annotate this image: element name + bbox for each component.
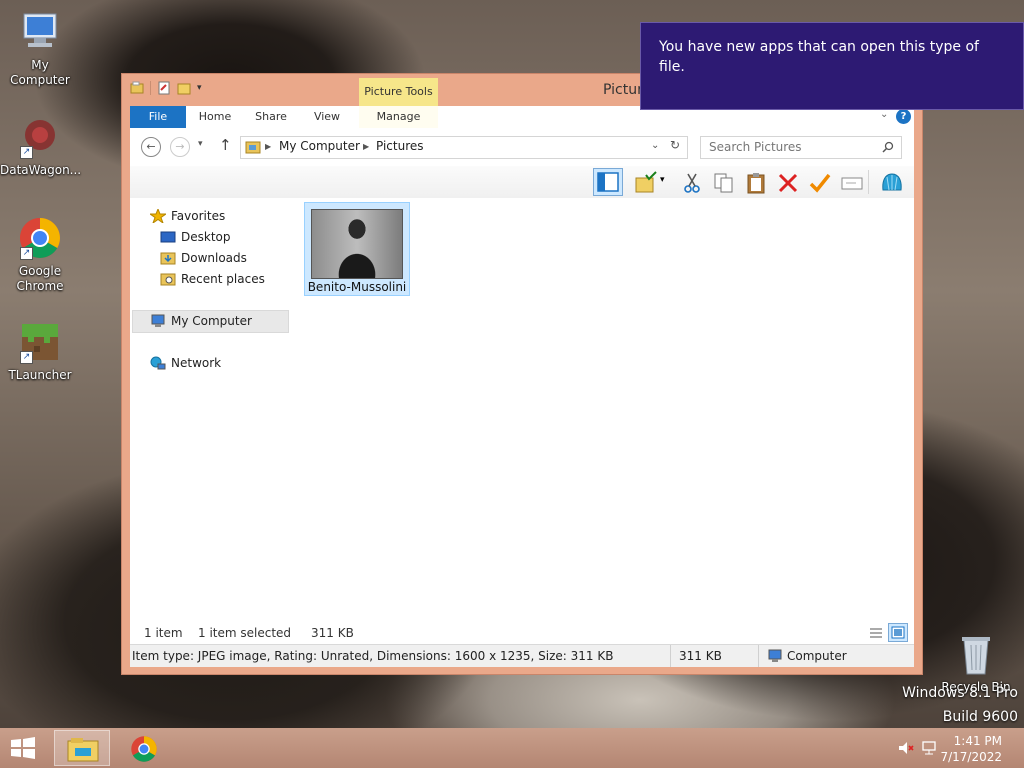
details-text: Item type: JPEG image, Rating: Unrated, … [132,649,614,663]
selection-size: 311 KB [311,626,354,640]
desktop-icon-my-computer[interactable]: My Computer [0,10,80,88]
desktop-icon-datawagon[interactable]: ↗ DataWagon... [0,115,82,178]
ribbon-expand-chevron-icon[interactable]: ⌄ [880,109,888,120]
details-view-icon[interactable] [868,625,884,641]
computer-icon [151,314,165,327]
computer-icon [768,649,782,662]
windows-logo-icon [11,737,35,759]
desktop-icon-google-chrome[interactable]: ↗ Google Chrome [0,216,80,294]
breadcrumb-my-computer[interactable]: My Computer [279,139,360,153]
recent-places-icon [160,273,176,286]
window-title: Pictur [603,82,643,98]
navigation-pane: Favorites Desktop Downloads Recent place… [130,198,290,622]
os-watermark-build: Build 9600 [942,709,1018,725]
shortcut-arrow-icon: ↗ [20,146,33,159]
desktop-icon-label: Google Chrome [16,264,64,293]
clock-date: 7/17/2022 [940,750,1002,764]
file-item[interactable]: Benito-Mussolini [304,202,410,296]
cut-icon[interactable] [680,171,704,195]
tab-view[interactable]: View [304,106,350,128]
tlauncher-icon: ↗ [18,320,62,364]
search-icon[interactable] [882,141,894,153]
desktop-icon-label: My Computer [10,58,70,87]
up-button[interactable]: ↑ [219,136,232,154]
tab-manage[interactable]: Manage [359,106,438,128]
toast-message: You have new apps that can open this typ… [659,39,979,75]
app-notification-toast[interactable]: You have new apps that can open this typ… [640,22,1024,110]
file-name: Benito-Mussolini [307,280,407,294]
pictures-folder-icon [245,141,261,154]
paste-icon[interactable] [744,171,768,195]
desktop-icon-tlauncher[interactable]: ↗ TLauncher [0,320,80,383]
back-button[interactable]: ← [141,137,161,157]
shortcut-arrow-icon: ↗ [20,351,33,364]
quick-access-toolbar: ▾ [130,81,202,95]
breadcrumb-pictures[interactable]: Pictures [376,139,424,153]
desktop-icon [160,231,176,243]
start-button[interactable] [10,737,36,759]
chrome-icon: ↗ [18,216,62,260]
preview-pane-button[interactable] [593,168,623,196]
breadcrumb-separator-icon: ▶ [265,142,272,151]
file-explorer-window: ▾ Picture Tools Pictur File Home Share V… [122,74,922,674]
copy-icon[interactable] [712,171,736,195]
refresh-icon[interactable]: ↻ [670,138,680,152]
taskbar-file-explorer[interactable] [54,730,110,766]
clock-time: 1:41 PM [953,734,1002,748]
properties-folder-icon[interactable] [634,171,658,195]
image-thumbnail [311,209,403,279]
star-icon [150,209,166,223]
forward-button[interactable]: → [170,137,190,157]
desktop-icon-label: TLauncher [8,368,72,382]
shortcut-arrow-icon: ↗ [20,247,33,260]
address-dropdown-chevron-icon[interactable]: ⌄ [651,140,659,151]
chevron-down-icon[interactable]: ▾ [660,175,665,185]
shell-icon[interactable] [880,171,904,195]
folder-app-icon[interactable] [130,81,144,95]
tab-file[interactable]: File [130,106,186,128]
help-icon[interactable]: ? [896,109,911,124]
search-box[interactable]: Search Pictures [700,136,902,159]
chrome-icon [131,736,157,762]
desktop-icon-label: DataWagon... [0,163,82,177]
navigation-bar: ← → ▾ ↑ ▶ My Computer ▶ Pictures ⌄ ↻ Sea… [130,128,914,166]
details-bar: Item type: JPEG image, Rating: Unrated, … [130,644,914,667]
network-icon [150,356,166,370]
details-location: Computer [787,649,847,663]
recent-locations-chevron-icon[interactable]: ▾ [198,139,203,149]
delete-icon[interactable] [776,171,800,195]
content-area: Favorites Desktop Downloads Recent place… [130,198,914,622]
computer-icon [18,10,62,54]
large-icons-view-button[interactable] [888,623,908,642]
large-icons-view-icon [891,626,905,639]
clock[interactable]: 1:41 PM 7/17/2022 [940,733,1002,765]
details-size: 311 KB [679,649,722,663]
breadcrumb-separator-icon: ▶ [363,142,370,151]
new-folder-icon[interactable] [177,81,191,95]
os-watermark-edition: Windows 8.1 Pro [902,685,1018,701]
downloads-folder-icon [160,252,176,265]
recycle-bin-icon [954,632,998,676]
tab-home[interactable]: Home [190,106,240,128]
volume-muted-icon[interactable] [898,741,914,755]
properties-icon[interactable] [157,81,171,95]
rename-icon[interactable] [840,171,864,195]
picture-tools-context-label: Picture Tools [359,78,438,106]
item-count: 1 item [144,626,183,640]
address-bar[interactable]: ▶ My Computer ▶ Pictures ⌄ ↻ [240,136,688,159]
datawagon-icon: ↗ [18,115,62,159]
checkmark-icon[interactable] [808,171,832,195]
taskbar-google-chrome[interactable] [116,730,172,766]
status-bar: 1 item 1 item selected 311 KB [130,622,914,644]
tab-share[interactable]: Share [246,106,296,128]
command-toolbar: ▾ [130,166,914,198]
preview-pane-icon [597,172,619,192]
chevron-down-icon[interactable]: ▾ [197,83,202,93]
network-status-icon[interactable] [921,740,937,756]
taskbar: 1:41 PM 7/17/2022 [0,728,1024,768]
search-placeholder: Search Pictures [709,140,802,154]
file-explorer-icon [67,738,99,762]
selection-count: 1 item selected [198,626,292,640]
